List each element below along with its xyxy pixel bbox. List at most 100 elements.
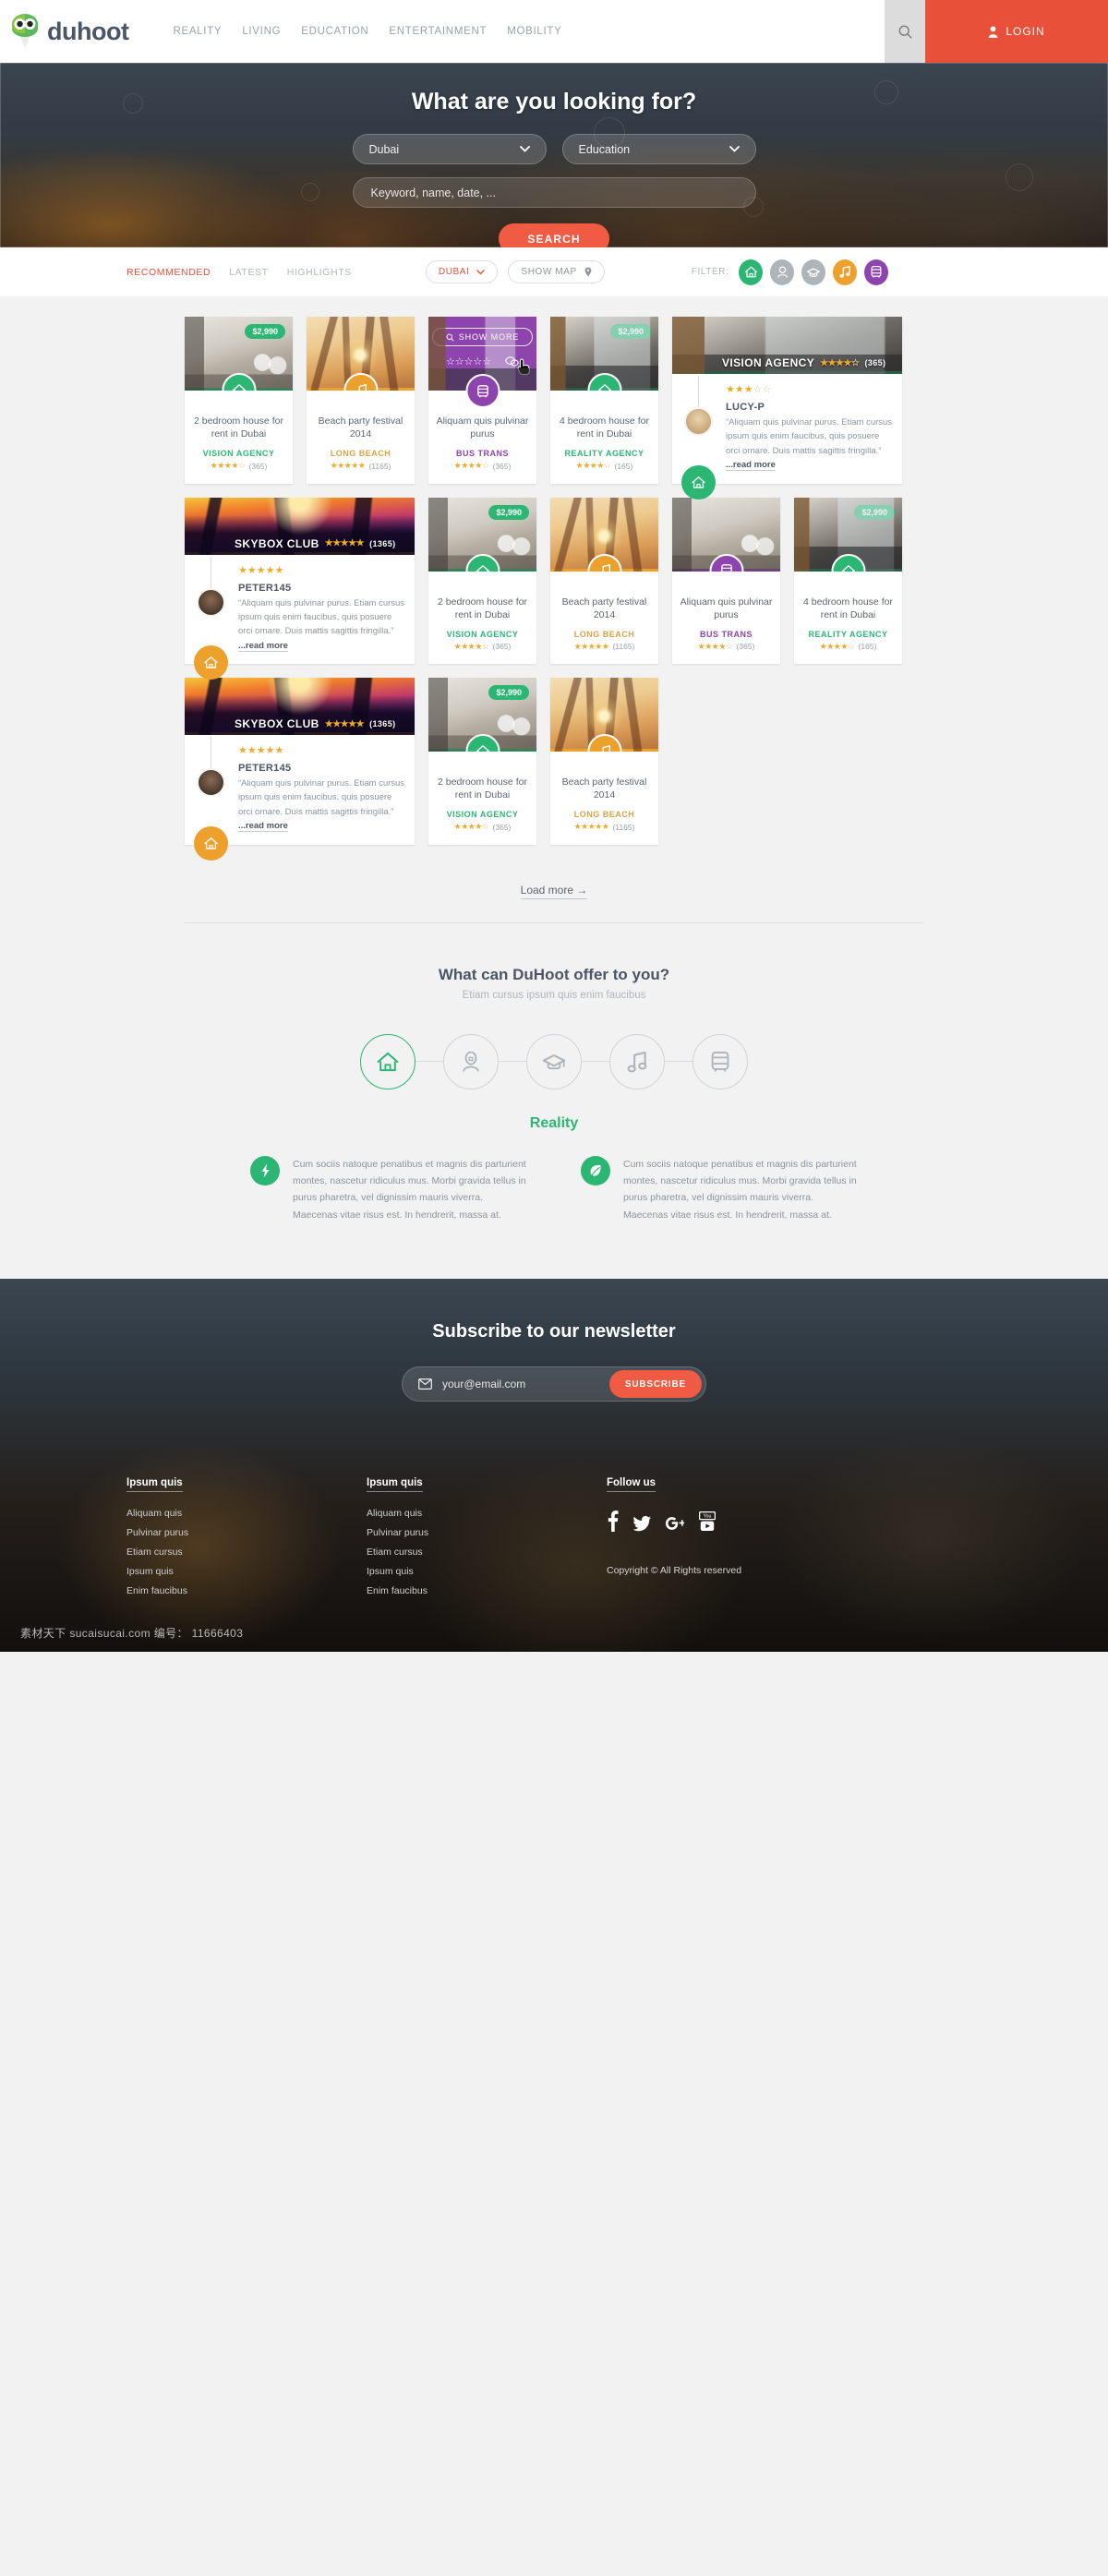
stars: ★★★★☆ bbox=[819, 641, 855, 651]
filter-graduation-cap-icon[interactable] bbox=[801, 259, 826, 285]
subscribe-button[interactable]: SUBSCRIBE bbox=[608, 1370, 702, 1398]
avatar-connector bbox=[698, 376, 699, 409]
nav-item-living[interactable]: LIVING bbox=[242, 26, 281, 37]
read-more-link[interactable]: ...read more bbox=[726, 460, 776, 472]
listing-card[interactable]: Beach party festival 2014 LONG BEACH ★★★… bbox=[550, 497, 658, 664]
footer-link[interactable]: Aliquam quis bbox=[126, 1508, 367, 1519]
facebook-icon[interactable] bbox=[607, 1510, 619, 1532]
search-icon bbox=[446, 333, 454, 342]
card-title: Aliquam quis pulvinar purus bbox=[436, 415, 529, 440]
hero-search-button[interactable]: SEARCH bbox=[499, 223, 609, 247]
filter-music-note-icon[interactable] bbox=[833, 259, 858, 285]
comment-icon[interactable] bbox=[505, 355, 519, 367]
testimonial-card[interactable]: VISION AGENCY ★★★★☆ (365) ★★★☆☆ LUCY-P “… bbox=[672, 317, 902, 500]
show-map-button[interactable]: SHOW MAP bbox=[508, 260, 605, 283]
filter-person-icon[interactable] bbox=[770, 259, 795, 285]
agency-name: SKYBOX CLUB bbox=[235, 536, 319, 550]
listing-card[interactable]: Aliquam quis pulvinar purus BUS TRANS ★★… bbox=[672, 497, 780, 664]
google-plus-icon[interactable] bbox=[666, 1515, 684, 1532]
listing-card[interactable]: $2,990 4 bedroom house for rent in Dubai… bbox=[794, 497, 902, 664]
email-input[interactable]: your@email.com bbox=[418, 1378, 525, 1390]
tab-recommended[interactable]: RECOMMENDED bbox=[126, 267, 211, 278]
listing-card[interactable]: Beach party festival 2014 LONG BEACH ★★★… bbox=[550, 678, 658, 845]
step-graduation-cap-icon[interactable] bbox=[526, 1033, 582, 1089]
step-bus-icon[interactable] bbox=[692, 1033, 748, 1089]
keyword-input[interactable]: Keyword, name, date, ... bbox=[352, 177, 756, 208]
step-music-note-icon[interactable] bbox=[609, 1033, 665, 1089]
footer-link[interactable]: Aliquam quis bbox=[367, 1508, 607, 1519]
price-badge: $2,990 bbox=[854, 504, 895, 520]
listing-card[interactable]: $2,990 4 bedroom house for rent in Dubai… bbox=[550, 317, 658, 484]
social-links: You bbox=[607, 1510, 847, 1532]
footer-link[interactable]: Etiam cursus bbox=[367, 1547, 607, 1558]
footer-column-1: Ipsum quis Aliquam quis Pulvinar purus E… bbox=[126, 1474, 367, 1605]
hover-rating-stars[interactable]: ☆☆☆☆☆ bbox=[446, 355, 519, 367]
footer-link[interactable]: Ipsum quis bbox=[126, 1566, 367, 1577]
city-filter-dropdown[interactable]: DUBAI bbox=[425, 260, 499, 283]
city-filter-value: DUBAI bbox=[438, 267, 470, 277]
card-image: $2,990 bbox=[794, 497, 902, 572]
card-rating: ★★★★☆ (365) bbox=[192, 461, 285, 471]
listing-card[interactable]: $2,990 2 bedroom house for rent in Dubai… bbox=[428, 678, 536, 845]
listing-card[interactable]: Beach party festival 2014 LONG BEACH ★★★… bbox=[307, 317, 415, 484]
category-select[interactable]: Education bbox=[561, 134, 756, 164]
stars: ★★★★☆ bbox=[453, 822, 489, 832]
nav-item-entertainment[interactable]: ENTERTAINMENT bbox=[389, 26, 487, 37]
footer-link[interactable]: Enim faucibus bbox=[367, 1585, 607, 1596]
footer-link[interactable]: Pulvinar purus bbox=[367, 1527, 607, 1538]
header-search-button[interactable] bbox=[885, 0, 925, 63]
listing-card-hovered[interactable]: SHOW MORE ☆☆☆☆☆ Aliquam quis pulvinar pu… bbox=[428, 317, 536, 484]
filter-bus-icon[interactable] bbox=[864, 259, 889, 285]
city-select[interactable]: Dubai bbox=[352, 134, 547, 164]
listing-card[interactable]: $2,990 2 bedroom house for rent in Dubai… bbox=[428, 497, 536, 664]
footer-link[interactable]: Etiam cursus bbox=[126, 1547, 367, 1558]
review-count: (365) bbox=[864, 358, 886, 367]
twitter-icon[interactable] bbox=[633, 1515, 651, 1532]
step-house-icon[interactable] bbox=[360, 1033, 416, 1089]
filter-house-icon[interactable] bbox=[739, 259, 764, 285]
card-image: $2,990 bbox=[428, 678, 536, 752]
offer-section: What can DuHoot offer to you? Etiam curs… bbox=[0, 922, 1108, 1279]
login-button[interactable]: LOGIN bbox=[925, 0, 1108, 63]
step-person-icon[interactable] bbox=[443, 1033, 499, 1089]
card-image bbox=[307, 317, 415, 391]
youtube-icon[interactable]: You bbox=[699, 1511, 716, 1532]
stars: ★★★★★ bbox=[330, 461, 366, 471]
footer-link[interactable]: Pulvinar purus bbox=[126, 1527, 367, 1538]
testimonial-card[interactable]: SKYBOX CLUB ★★★★★ (1365) ★★★★★ PETER145 … bbox=[185, 497, 415, 680]
footer-link[interactable]: Ipsum quis bbox=[367, 1566, 607, 1577]
nav-item-mobility[interactable]: MOBILITY bbox=[507, 26, 561, 37]
hero-selects: Dubai Education bbox=[352, 134, 756, 164]
bus-icon bbox=[709, 553, 743, 572]
price-badge: $2,990 bbox=[245, 324, 285, 339]
card-agency: REALITY AGENCY bbox=[564, 449, 644, 459]
card-rating: ★★★★☆ (165) bbox=[558, 461, 651, 471]
chevron-down-icon bbox=[519, 146, 530, 152]
testimonial-banner-image: VISION AGENCY ★★★★☆ (365) bbox=[672, 317, 902, 374]
card-rating: ★★★★★ (1165) bbox=[558, 642, 651, 652]
price-badge: $2,990 bbox=[488, 685, 529, 700]
card-rating: ★★★★☆ (365) bbox=[436, 822, 529, 832]
review-quote: “Aliquam quis pulvinar purus. Etiam curs… bbox=[238, 596, 405, 654]
house-icon bbox=[587, 373, 621, 391]
tab-latest[interactable]: LATEST bbox=[229, 267, 269, 278]
nav-item-education[interactable]: EDUCATION bbox=[301, 26, 368, 37]
show-more-button[interactable]: SHOW MORE bbox=[431, 328, 534, 346]
tab-highlights[interactable]: HIGHLIGHTS bbox=[287, 267, 352, 278]
testimonial-card[interactable]: SKYBOX CLUB ★★★★★ (1365) ★★★★★ PETER145 … bbox=[185, 678, 415, 861]
load-more-button[interactable]: Load more → bbox=[520, 883, 588, 899]
nav-item-reality[interactable]: REALITY bbox=[173, 26, 222, 37]
bus-icon bbox=[465, 374, 500, 408]
footer-link[interactable]: Enim faucibus bbox=[126, 1585, 367, 1596]
read-more-link[interactable]: ...read more bbox=[238, 640, 288, 652]
listing-card[interactable]: $2,990 2 bedroom house for rent in Dubai… bbox=[185, 317, 293, 484]
read-more-link[interactable]: ...read more bbox=[238, 821, 288, 833]
card-title: Beach party festival 2014 bbox=[561, 596, 647, 620]
logo-text: duhoot bbox=[47, 17, 129, 45]
card-title: 2 bedroom house for rent in Dubai bbox=[438, 596, 527, 620]
stars: ★★★★★ bbox=[324, 718, 365, 729]
header-spacer bbox=[561, 0, 885, 63]
card-agency: VISION AGENCY bbox=[446, 629, 519, 639]
logo[interactable]: duhoot bbox=[0, 0, 129, 63]
category-filters: FILTER: bbox=[692, 259, 889, 285]
